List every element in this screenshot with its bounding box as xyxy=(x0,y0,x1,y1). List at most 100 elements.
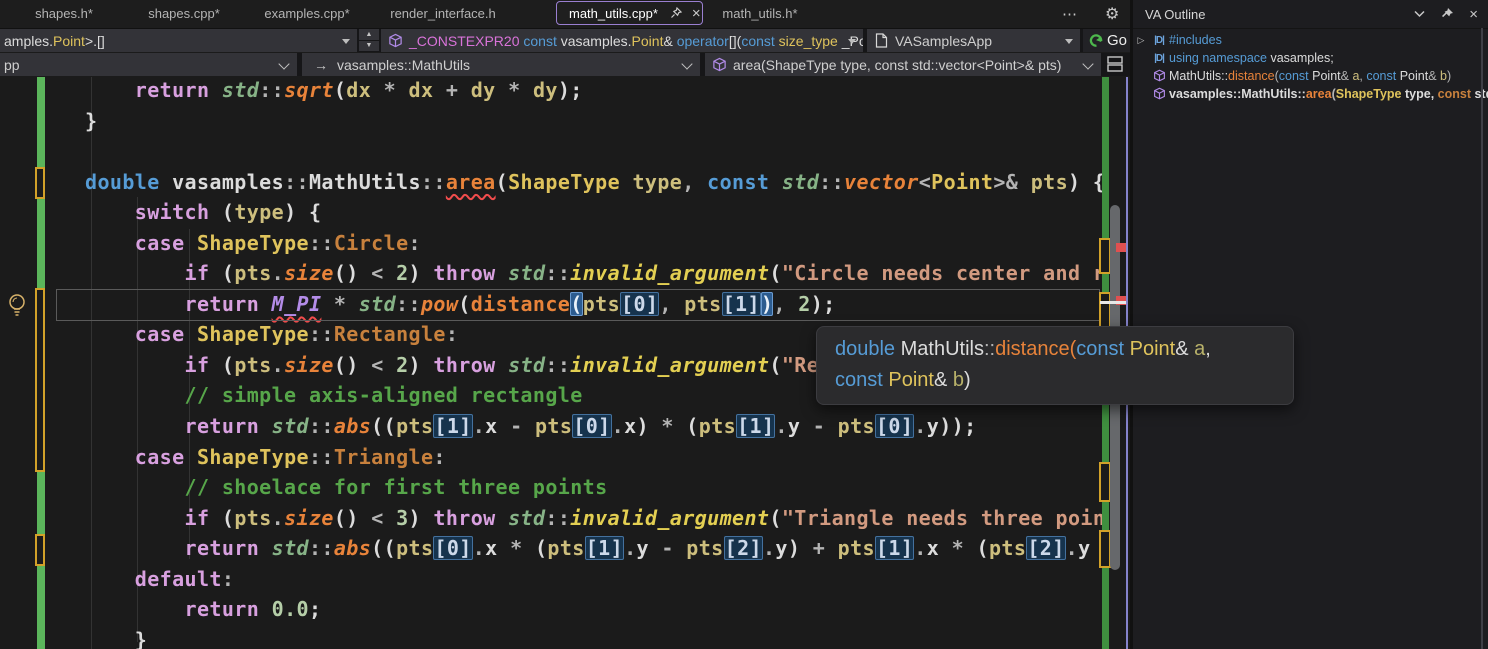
error-mark xyxy=(1116,243,1126,252)
change-marker-unsaved xyxy=(35,167,45,199)
region-icon: |D| xyxy=(1149,30,1169,50)
outline-item[interactable]: vasamples::MathUtils::area(ShapeType typ… xyxy=(1133,85,1488,103)
outline-item-text: MathUtils::distance(const Point& a, cons… xyxy=(1169,67,1451,85)
file-icon xyxy=(875,33,888,48)
project-combo[interactable]: VASamplesApp xyxy=(867,29,1080,52)
ide-window: shapes.h* shapes.cpp* examples.cpp* render_… xyxy=(0,0,1488,649)
context-field-text: amples.Point>.[] xyxy=(4,33,105,49)
code-line[interactable]: } xyxy=(0,106,1104,137)
tab-label: shapes.h* xyxy=(35,6,93,21)
code-line[interactable]: // shoelace for first three points xyxy=(0,472,1104,503)
project-name: VASamplesApp xyxy=(895,33,992,49)
code-line[interactable]: return std::sqrt(dx * dx + dy * dy); xyxy=(0,77,1104,106)
context-spinner: ▲ ▼ xyxy=(359,29,379,52)
method-cube-icon xyxy=(712,57,727,72)
code-line[interactable]: return std::abs((pts[1].x - pts[0].x) * … xyxy=(0,411,1104,442)
outline-item[interactable]: ▷|D|#includes xyxy=(1133,31,1488,49)
expand-arrow-icon[interactable]: ▷ xyxy=(1133,31,1149,49)
dropdown-caret-icon xyxy=(342,39,350,44)
file-combo[interactable]: pp xyxy=(0,53,297,76)
spinner-up-button[interactable]: ▲ xyxy=(359,29,379,40)
outline-item-text: #includes xyxy=(1169,31,1222,49)
region-icon: |D| xyxy=(1149,48,1169,68)
code-line[interactable]: if (pts.size() < 2) throw std::invalid_a… xyxy=(0,258,1104,289)
cursor-position-mark xyxy=(1100,301,1127,304)
spinner-down-button[interactable]: ▼ xyxy=(359,41,379,52)
change-marker-saved xyxy=(37,77,45,167)
outline-item[interactable]: MathUtils::distance(const Point& a, cons… xyxy=(1133,67,1488,85)
tab-shapes-cpp-[interactable]: shapes.cpp* xyxy=(128,0,240,27)
go-button[interactable]: Go xyxy=(1083,29,1133,52)
tab-label: render_interface.h xyxy=(390,6,496,21)
close-icon[interactable]: × xyxy=(692,6,701,21)
va-outline-header: VA Outline × xyxy=(1133,0,1488,29)
gear-icon: ⚙ xyxy=(1105,4,1119,24)
dropdown-caret-icon xyxy=(848,39,856,44)
code-line[interactable]: double vasamples::MathUtils::area(ShapeT… xyxy=(0,167,1104,198)
dropdown-caret-icon xyxy=(1065,39,1073,44)
chevron-down-icon[interactable] xyxy=(1414,10,1425,18)
signature-tooltip: double MathUtils::distance(const Point& … xyxy=(816,326,1294,405)
change-marker-saved xyxy=(37,199,45,288)
scope-combo[interactable]: → vasamples::MathUtils xyxy=(302,53,700,76)
chevron-down-icon xyxy=(1082,58,1093,69)
member-combo[interactable]: area(ShapeType type, const std::vector<P… xyxy=(705,53,1101,76)
ellipsis-icon: ⋯ xyxy=(1062,5,1077,23)
ruler-change-mark xyxy=(1102,77,1109,238)
code-line[interactable]: default: xyxy=(0,564,1104,595)
pin-icon[interactable] xyxy=(1441,8,1453,21)
tab-math-utils-h-[interactable]: math_utils.h* xyxy=(706,0,814,27)
va-navigation-bar: pp → vasamples::MathUtils area(ShapeType… xyxy=(0,53,1130,76)
ruler-change-mark xyxy=(1102,568,1109,649)
tooltip-line: double MathUtils::distance(const Point& … xyxy=(835,334,1293,365)
code-line[interactable]: case ShapeType::Triangle: xyxy=(0,442,1104,473)
tab-examples-cpp-[interactable]: examples.cpp* xyxy=(248,0,366,27)
definition-combo[interactable]: _CONSTEXPR20 const vasamples.Point& oper… xyxy=(381,29,863,52)
change-marker-unsaved xyxy=(35,288,45,472)
scope-combo-text: vasamples::MathUtils xyxy=(337,57,470,73)
tab-label: math_utils.h* xyxy=(722,6,797,21)
definition-text: _CONSTEXPR20 const vasamples.Point& oper… xyxy=(409,33,863,49)
lightbulb-icon[interactable] xyxy=(6,293,28,317)
outline-item-text: vasamples::MathUtils::area(ShapeType typ… xyxy=(1169,85,1488,103)
arrow-right-icon: → xyxy=(314,57,328,73)
pin-icon[interactable] xyxy=(670,7,682,20)
member-combo-text: area(ShapeType type, const std::vector<P… xyxy=(733,57,1061,73)
method-cube-icon xyxy=(1149,85,1169,103)
change-marker-unsaved xyxy=(35,534,45,566)
tooltip-line: const Point& b) xyxy=(835,365,1293,396)
close-icon[interactable]: × xyxy=(1469,7,1478,22)
split-editor-button[interactable] xyxy=(1106,55,1124,73)
method-cube-icon xyxy=(388,33,403,48)
code-line[interactable]: return 0.0; xyxy=(0,594,1104,625)
chevron-down-icon xyxy=(278,58,289,69)
tab-math-utils-cpp-[interactable]: math_utils.cpp* × xyxy=(556,1,703,25)
code-line[interactable]: case ShapeType::Circle: xyxy=(0,228,1104,259)
current-line-highlight xyxy=(56,289,1100,321)
file-combo-text: pp xyxy=(4,57,20,73)
tab-shapes-h-[interactable]: shapes.h* xyxy=(8,0,120,27)
tab-label: math_utils.cpp* xyxy=(569,6,658,21)
ruler-change-mark xyxy=(1102,502,1109,530)
tab-label: examples.cpp* xyxy=(264,6,349,21)
editor-tab-bar: shapes.h* shapes.cpp* examples.cpp* render_… xyxy=(0,0,1130,29)
method-cube-icon xyxy=(1149,67,1169,85)
va-context-bar: amples.Point>.[] ▲ ▼ _CONSTEXPR20 const … xyxy=(0,29,1130,52)
code-line[interactable]: return std::abs((pts[0].x * (pts[1].y - … xyxy=(0,533,1104,564)
chevron-down-icon xyxy=(681,58,692,69)
editor-settings-button[interactable]: ⚙ xyxy=(1105,0,1119,28)
change-marker-saved xyxy=(37,566,45,649)
panel-title: VA Outline xyxy=(1145,7,1205,22)
ruler-change-mark xyxy=(1102,274,1109,292)
panel-scrollbar[interactable] xyxy=(1481,28,1483,649)
tab-overflow-button[interactable]: ⋯ xyxy=(1062,0,1077,28)
outline-item[interactable]: |D|using namespace vasamples; xyxy=(1133,49,1488,67)
code-line[interactable] xyxy=(0,136,1104,167)
code-line[interactable]: } xyxy=(0,625,1104,649)
go-label: Go xyxy=(1107,32,1127,49)
tab-label: shapes.cpp* xyxy=(148,6,220,21)
code-line[interactable]: if (pts.size() < 3) throw std::invalid_a… xyxy=(0,503,1104,534)
context-field-combo[interactable]: amples.Point>.[] xyxy=(0,29,357,52)
code-line[interactable]: switch (type) { xyxy=(0,197,1104,228)
tab-render-interface-h[interactable]: render_interface.h xyxy=(372,0,514,27)
